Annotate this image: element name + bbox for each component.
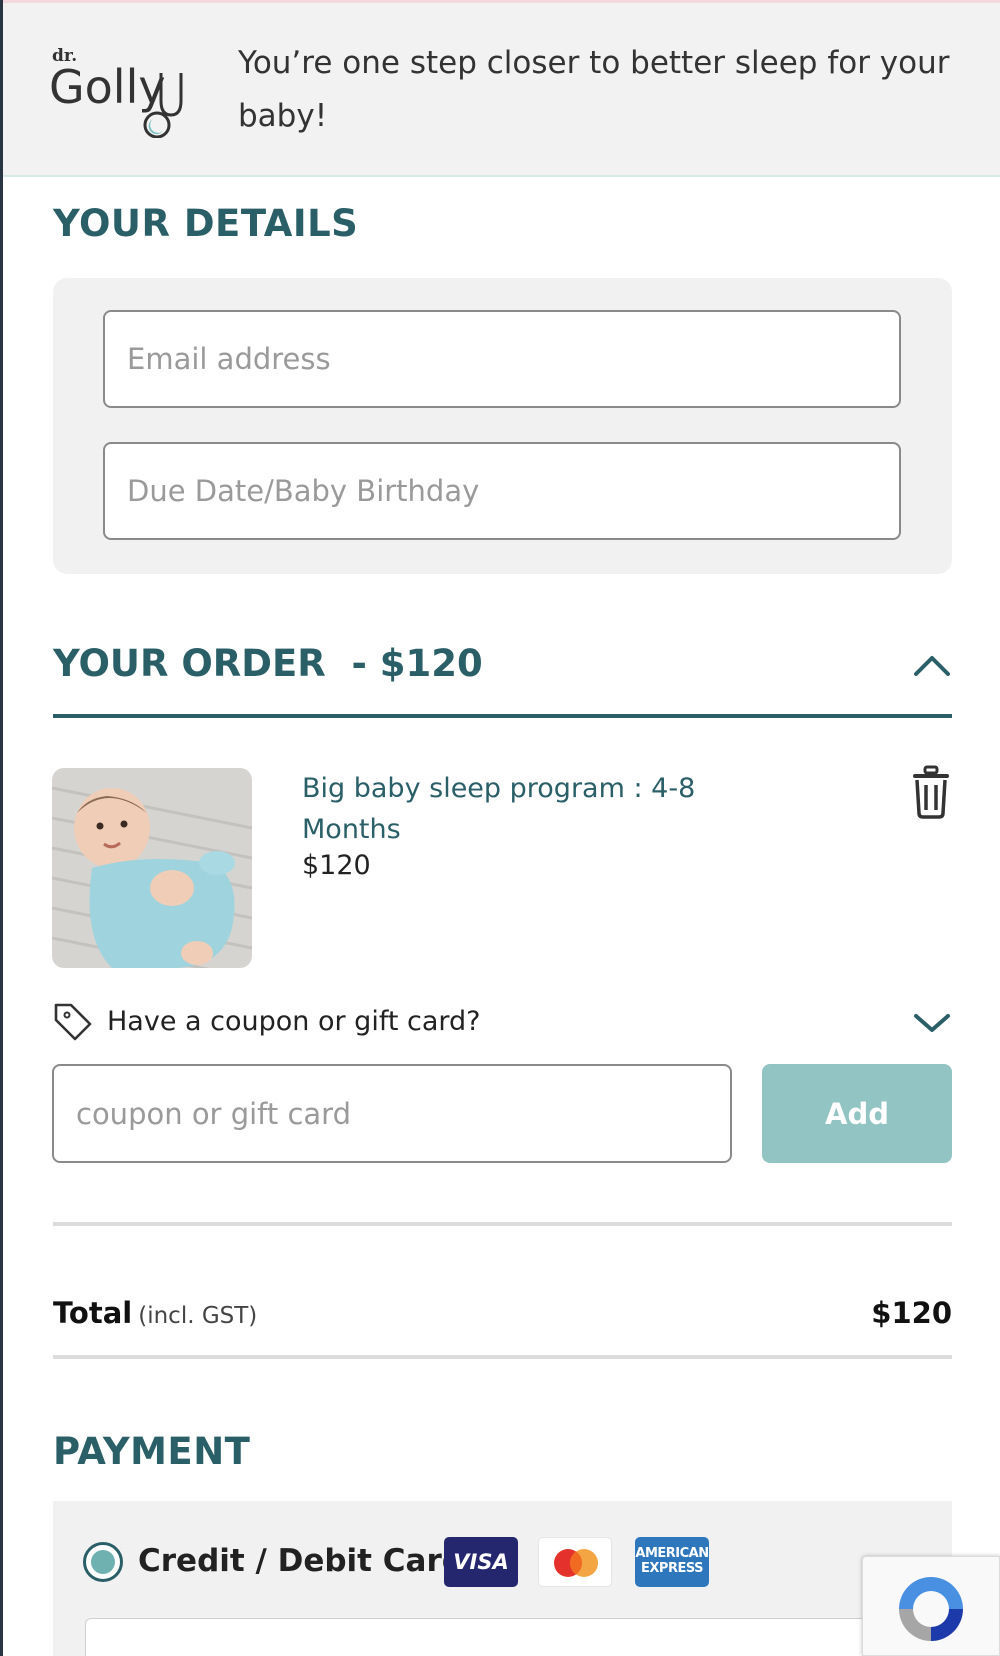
mastercard-circles-icon <box>554 1549 598 1577</box>
header-bar: dr. Golly You’re one step closer to bett… <box>3 0 1000 177</box>
coupon-input[interactable] <box>52 1064 732 1163</box>
total-value: $120 <box>871 1296 952 1330</box>
order-section-title: YOUR ORDER - $120 <box>53 642 483 685</box>
credit-card-radio[interactable] <box>83 1542 123 1582</box>
product-name: Big baby sleep program : 4-8 Months <box>302 773 696 845</box>
mastercard-logo <box>538 1537 612 1587</box>
divider-bottom-total <box>53 1355 952 1359</box>
payment-section-title: PAYMENT <box>53 1430 251 1473</box>
product-image <box>52 768 252 968</box>
recaptcha-badge[interactable] <box>862 1556 1000 1656</box>
order-header: YOUR ORDER - $120 <box>53 630 952 718</box>
trash-icon[interactable] <box>911 765 951 819</box>
payment-method-label: Credit / Debit Card <box>138 1543 464 1579</box>
total-label-text: Total <box>53 1296 133 1330</box>
left-edge-strip <box>0 0 3 1656</box>
divider-top-total <box>53 1222 952 1226</box>
visa-logo: VISA <box>444 1537 518 1587</box>
details-form-box <box>53 278 952 574</box>
card-details-box[interactable] <box>85 1618 885 1656</box>
coupon-toggle-label: Have a coupon or gift card? <box>107 1006 481 1037</box>
details-section-title: YOUR DETAILS <box>53 202 359 245</box>
add-coupon-button[interactable]: Add <box>762 1064 952 1163</box>
tag-icon <box>54 1003 92 1041</box>
total-label: Total (incl. GST) <box>53 1296 257 1330</box>
chevron-up-icon[interactable] <box>912 650 952 680</box>
header-tagline: You’re one step closer to better sleep f… <box>238 45 950 134</box>
amex-logo: AMERICAN EXPRESS <box>635 1537 709 1587</box>
dr-golly-logo: dr. Golly <box>49 46 183 138</box>
email-field[interactable] <box>103 310 901 408</box>
chevron-down-icon <box>914 1014 950 1032</box>
recaptcha-icon <box>899 1577 963 1641</box>
coupon-toggle[interactable]: Have a coupon or gift card? <box>53 1000 952 1046</box>
amex-line1: AMERICAN <box>635 1546 709 1561</box>
total-note: (incl. GST) <box>138 1303 258 1329</box>
payment-method-box: Credit / Debit Card VISA AMERICAN EXPRES… <box>53 1501 952 1656</box>
due-date-field[interactable] <box>103 442 901 540</box>
radio-selected-dot <box>91 1550 115 1574</box>
product-price: $120 <box>302 850 371 881</box>
amex-line2: EXPRESS <box>641 1561 703 1576</box>
svg-text:Golly: Golly <box>49 60 166 114</box>
